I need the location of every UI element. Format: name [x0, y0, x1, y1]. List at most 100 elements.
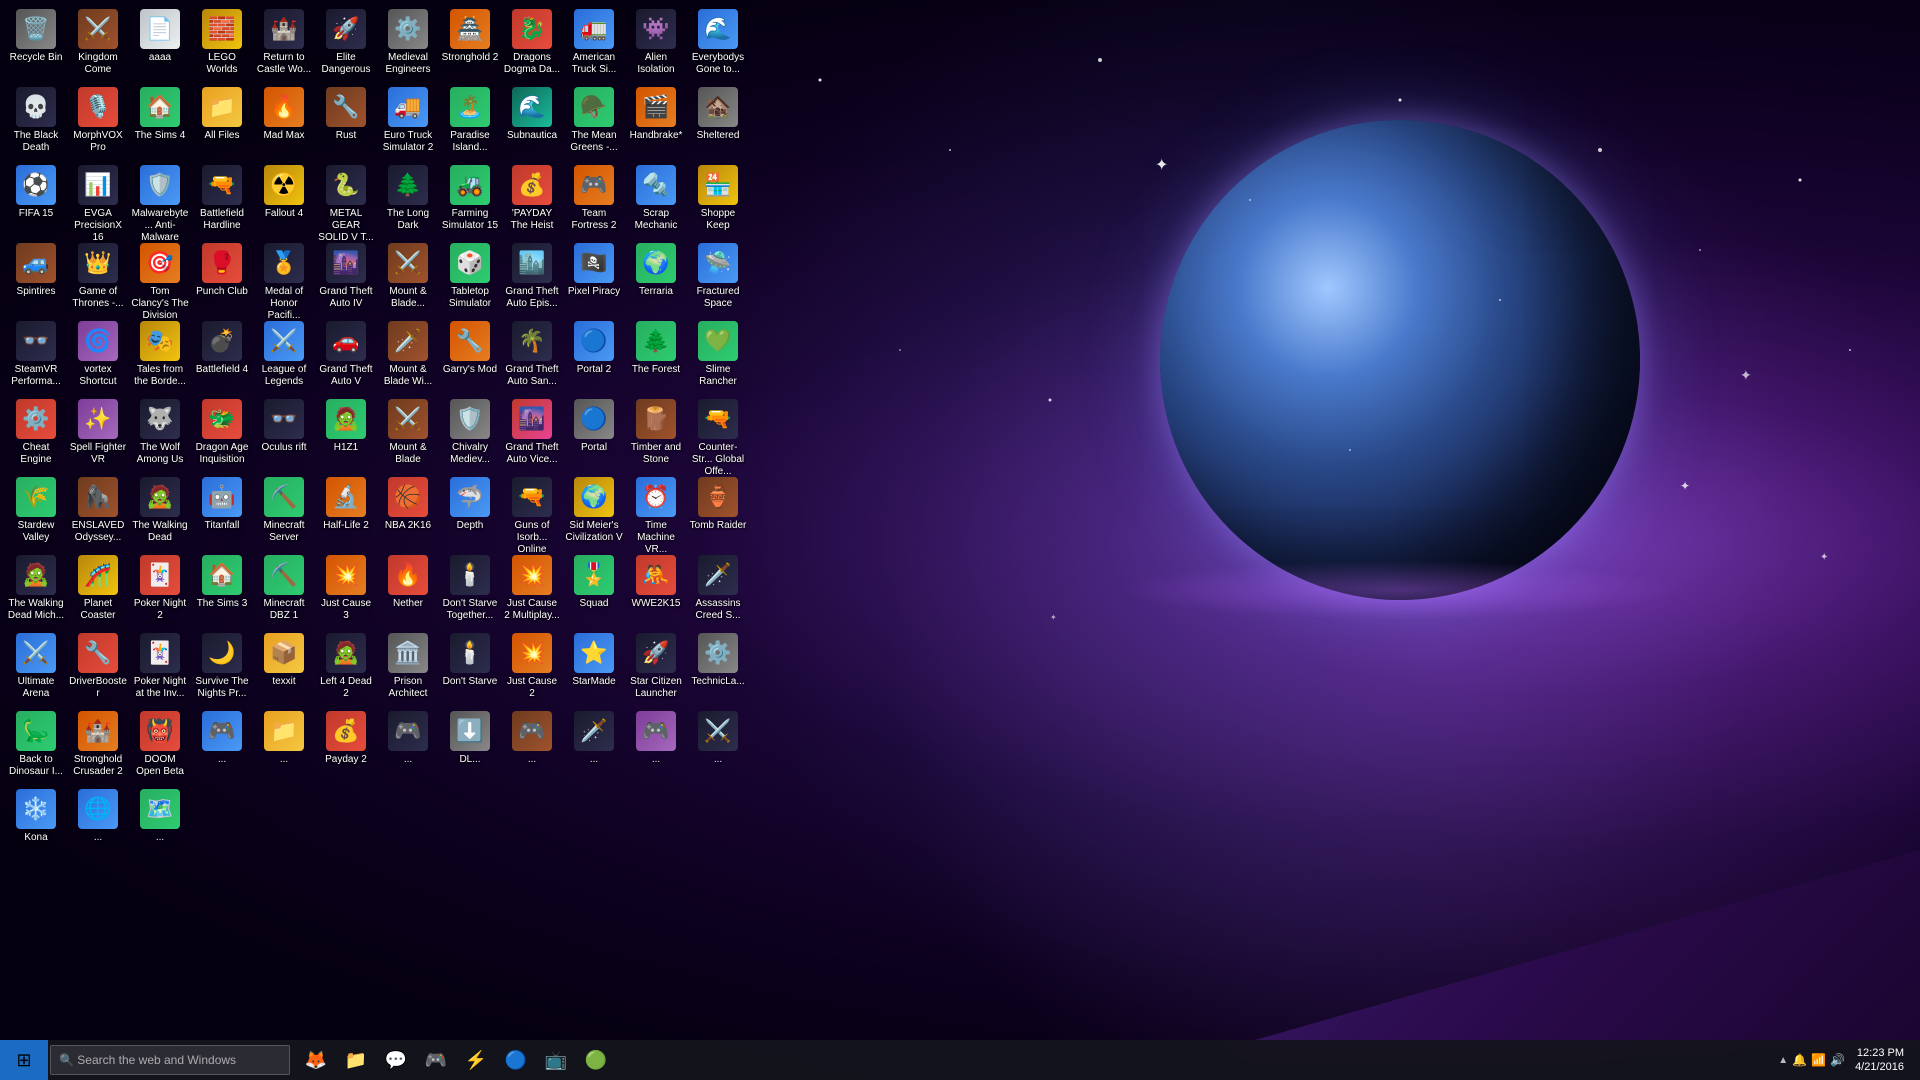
- desktop-icon-fallout-4[interactable]: ☢️ Fallout 4: [253, 161, 315, 239]
- desktop-icon-scrap-mechanic[interactable]: 🔩 Scrap Mechanic: [625, 161, 687, 239]
- desktop-icon-squad[interactable]: 🎖️ Squad: [563, 551, 625, 629]
- desktop-icon-stardew[interactable]: 🌾 Stardew Valley: [5, 473, 67, 551]
- desktop-icon-spintires[interactable]: 🚙 Spintires: [5, 239, 67, 317]
- desktop-icon-guns-online[interactable]: 🔫 Guns of Isorb... Online: [501, 473, 563, 551]
- desktop-icon-alien-isolation[interactable]: 👾 Alien Isolation: [625, 5, 687, 83]
- desktop-icon-depth[interactable]: 🦈 Depth: [439, 473, 501, 551]
- desktop-icon-mount-blade[interactable]: ⚔️ Mount & Blade...: [377, 239, 439, 317]
- desktop-icon-sheltered[interactable]: 🏚️ Sheltered: [687, 83, 749, 161]
- desktop-icon-medal-honor[interactable]: 🏅 Medal of Honor Pacifi...: [253, 239, 315, 317]
- desktop-icon-dont-starve-together[interactable]: 🕯️ Don't Starve Together...: [439, 551, 501, 629]
- desktop-icon-all-files[interactable]: 📁 All Files: [191, 83, 253, 161]
- desktop-icon-kingdom-come[interactable]: ⚔️ Kingdom Come: [67, 5, 129, 83]
- taskbar-icon-task-nvidia[interactable]: ⚡: [458, 1042, 494, 1078]
- desktop-icon-time-machine[interactable]: ⏰ Time Machine VR...: [625, 473, 687, 551]
- desktop-icon-icon-dl[interactable]: ⬇️ DL...: [439, 707, 501, 785]
- desktop-icon-survive-nights[interactable]: 🌙 Survive The Nights Pr...: [191, 629, 253, 707]
- desktop-icon-stronghold-2[interactable]: 🏯 Stronghold 2: [439, 5, 501, 83]
- desktop-icon-mount-blade-2[interactable]: ⚔️ Mount & Blade: [377, 395, 439, 473]
- desktop-icon-fifa-15[interactable]: ⚽ FIFA 15: [5, 161, 67, 239]
- desktop-icon-civ-v[interactable]: 🌍 Sid Meier's Civilization V: [563, 473, 625, 551]
- desktop-icon-punch-club[interactable]: 🥊 Punch Club: [191, 239, 253, 317]
- desktop-icon-evga-precision[interactable]: 📊 EVGA PrecisionX 16: [67, 161, 129, 239]
- desktop-icon-mad-max[interactable]: 🔥 Mad Max: [253, 83, 315, 161]
- desktop-icon-doom-open-beta[interactable]: 👹 DOOM Open Beta: [129, 707, 191, 785]
- desktop-icon-ultimate-arena[interactable]: ⚔️ Ultimate Arena: [5, 629, 67, 707]
- desktop-icon-the-forest[interactable]: 🌲 The Forest: [625, 317, 687, 395]
- desktop-icon-walking-dead-mich[interactable]: 🧟 The Walking Dead Mich...: [5, 551, 67, 629]
- desktop-icon-portal-2[interactable]: 🔵 Portal 2: [563, 317, 625, 395]
- desktop-icon-gta-vice[interactable]: 🌆 Grand Theft Auto Vice...: [501, 395, 563, 473]
- desktop-icon-icon-row8-2[interactable]: 📁 ...: [253, 707, 315, 785]
- desktop-icon-walking-dead[interactable]: 🧟 The Walking Dead: [129, 473, 191, 551]
- desktop-icon-fractured-space[interactable]: 🛸 Fractured Space: [687, 239, 749, 317]
- desktop-icon-handbrake[interactable]: 🎬 Handbrake*: [625, 83, 687, 161]
- desktop-icon-aaaa[interactable]: 📄 aaaa: [129, 5, 191, 83]
- taskbar-icon-task-explorer[interactable]: 📁: [338, 1042, 374, 1078]
- desktop-icon-back-to-dinosaur[interactable]: 🦕 Back to Dinosaur I...: [5, 707, 67, 785]
- desktop-icon-the-long-dark[interactable]: 🌲 The Long Dark: [377, 161, 439, 239]
- desktop-icon-morphvox[interactable]: 🎙️ MorphVOX Pro: [67, 83, 129, 161]
- desktop-icon-just-cause-2[interactable]: 💥 Just Cause 2: [501, 629, 563, 707]
- desktop-icon-portal[interactable]: 🔵 Portal: [563, 395, 625, 473]
- desktop-icon-starmade[interactable]: ⭐ StarMade: [563, 629, 625, 707]
- desktop-icon-tabletop-sim[interactable]: 🎲 Tabletop Simulator: [439, 239, 501, 317]
- desktop-icon-paradise-island[interactable]: 🏝️ Paradise Island...: [439, 83, 501, 161]
- desktop-icon-rust[interactable]: 🔧 Rust: [315, 83, 377, 161]
- desktop-icon-wwe-2k15[interactable]: 🤼 WWE2K15: [625, 551, 687, 629]
- desktop-icon-american-truck[interactable]: 🚛 American Truck Si...: [563, 5, 625, 83]
- desktop-icon-elite-dangerous[interactable]: 🚀 Elite Dangerous: [315, 5, 377, 83]
- desktop-icon-pixel-piracy[interactable]: 🏴‍☠️ Pixel Piracy: [563, 239, 625, 317]
- desktop-icon-planet-coaster[interactable]: 🎢 Planet Coaster: [67, 551, 129, 629]
- desktop-icon-return-castle[interactable]: 🏰 Return to Castle Wo...: [253, 5, 315, 83]
- desktop-icon-the-black-death[interactable]: 💀 The Black Death: [5, 83, 67, 161]
- desktop-icon-cheat-engine[interactable]: ⚙️ Cheat Engine: [5, 395, 67, 473]
- desktop-icon-vortex[interactable]: 🌀 vortex Shortcut: [67, 317, 129, 395]
- desktop-icon-just-cause-3[interactable]: 💥 Just Cause 3: [315, 551, 377, 629]
- desktop-icon-gta-iv[interactable]: 🌆 Grand Theft Auto IV: [315, 239, 377, 317]
- desktop-icon-icon-row8-6[interactable]: 🎮 ...: [501, 707, 563, 785]
- desktop-icon-left-4-dead-2[interactable]: 🧟 Left 4 Dead 2: [315, 629, 377, 707]
- desktop-icon-lego-worlds[interactable]: 🧱 LEGO Worlds: [191, 5, 253, 83]
- desktop-icon-subnautica[interactable]: 🌊 Subnautica: [501, 83, 563, 161]
- desktop-icon-malwarebytes[interactable]: 🛡️ Malwarebyte... Anti-Malware: [129, 161, 191, 239]
- desktop-icon-timber-stone[interactable]: 🪵 Timber and Stone: [625, 395, 687, 473]
- desktop-icon-battlefield-4[interactable]: 💣 Battlefield 4: [191, 317, 253, 395]
- desktop-icon-farming-sim-15[interactable]: 🚜 Farming Simulator 15: [439, 161, 501, 239]
- desktop-icon-the-sims-3[interactable]: 🏠 The Sims 3: [191, 551, 253, 629]
- desktop-icon-recycle-bin[interactable]: 🗑️ Recycle Bin: [5, 5, 67, 83]
- desktop-icon-star-citizen[interactable]: 🚀 Star Citizen Launcher: [625, 629, 687, 707]
- desktop-icon-gta-san[interactable]: 🌴 Grand Theft Auto San...: [501, 317, 563, 395]
- start-button[interactable]: ⊞: [0, 1040, 48, 1080]
- desktop-icon-titanfall[interactable]: 🤖 Titanfall: [191, 473, 253, 551]
- tray-chevron[interactable]: ▲: [1778, 1055, 1788, 1066]
- taskbar-icon-task-unknown2[interactable]: 🟢: [578, 1042, 614, 1078]
- taskbar-icon-task-steam[interactable]: 🎮: [418, 1042, 454, 1078]
- desktop-icon-stronghold-crusader[interactable]: 🏰 Stronghold Crusader 2: [67, 707, 129, 785]
- desktop-icon-half-life-2[interactable]: 🔬 Half-Life 2: [315, 473, 377, 551]
- desktop-icon-enslaved[interactable]: 🦍 ENSLAVED Odyssey...: [67, 473, 129, 551]
- desktop-icon-nba-2k16[interactable]: 🏀 NBA 2K16: [377, 473, 439, 551]
- desktop-icon-everybodys-gone[interactable]: 🌊 Everybodys Gone to...: [687, 5, 749, 83]
- desktop-icon-dragons-dogma[interactable]: 🐉 Dragons Dogma Da...: [501, 5, 563, 83]
- desktop-icon-dragon-age[interactable]: 🐲 Dragon Age Inquisition: [191, 395, 253, 473]
- desktop-icon-driver-booster[interactable]: 🔧 DriverBooster: [67, 629, 129, 707]
- desktop-icon-icon-row8-12[interactable]: 🗺️ ...: [129, 785, 191, 863]
- desktop-icon-tomb-raider[interactable]: 🏺 Tomb Raider: [687, 473, 749, 551]
- desktop-icon-poker-night-2[interactable]: 🃏 Poker Night 2: [129, 551, 191, 629]
- desktop-icon-terraria[interactable]: 🌍 Terraria: [625, 239, 687, 317]
- desktop-icon-wolf-among-us[interactable]: 🐺 The Wolf Among Us: [129, 395, 191, 473]
- desktop-icon-slime-rancher[interactable]: 💚 Slime Rancher: [687, 317, 749, 395]
- desktop-icon-payday-2[interactable]: 💰 Payday 2: [315, 707, 377, 785]
- desktop-icon-icon-uvr[interactable]: 🎮 ...: [625, 707, 687, 785]
- desktop-icon-euro-truck-2[interactable]: 🚚 Euro Truck Simulator 2: [377, 83, 439, 161]
- taskbar-icon-task-screen[interactable]: 📺: [538, 1042, 574, 1078]
- desktop-icon-assassins-creed[interactable]: 🗡️ Assassins Creed S...: [687, 551, 749, 629]
- taskbar-icon-task-unknown1[interactable]: 🔵: [498, 1042, 534, 1078]
- desktop-icon-garrys-mod[interactable]: 🔧 Garry's Mod: [439, 317, 501, 395]
- desktop-icon-icon-row8-1[interactable]: 🎮 ...: [191, 707, 253, 785]
- desktop-icon-metal-gear[interactable]: 🐍 METAL GEAR SOLID V T...: [315, 161, 377, 239]
- desktop-icon-kona[interactable]: ❄️ Kona: [5, 785, 67, 863]
- desktop-icon-league-legends[interactable]: ⚔️ League of Legends: [253, 317, 315, 395]
- desktop-icon-prison-architect[interactable]: 🏛️ Prison Architect: [377, 629, 439, 707]
